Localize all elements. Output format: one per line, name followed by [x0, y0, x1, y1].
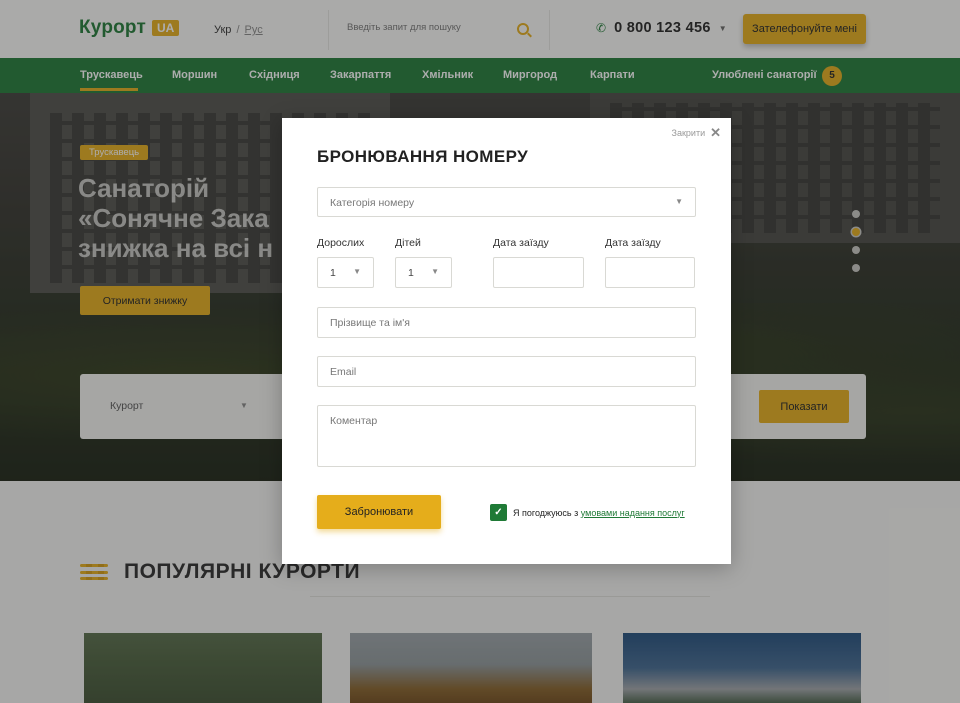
room-category-select[interactable]: Категорія номеру ▼: [317, 187, 696, 217]
terms-checkbox[interactable]: ✓: [490, 504, 507, 521]
adults-select[interactable]: 1 ▼: [317, 257, 374, 288]
checkout-date-input[interactable]: [605, 257, 695, 288]
close-button[interactable]: Закрити ✕: [672, 125, 721, 141]
children-label: Дітей: [395, 237, 421, 249]
email-placeholder: Email: [330, 366, 357, 378]
children-value: 1: [408, 267, 414, 279]
checkin-date-input[interactable]: [493, 257, 584, 288]
chevron-down-icon: ▼: [675, 197, 683, 206]
adults-value: 1: [330, 267, 336, 279]
agree-text: Я погоджуюсь з умовами надання послуг: [513, 508, 685, 518]
checkout-label: Дата заїзду: [605, 237, 661, 249]
name-input[interactable]: Прізвище та ім'я: [317, 307, 696, 338]
terms-link[interactable]: умовами надання послуг: [581, 508, 685, 518]
chevron-down-icon: ▼: [353, 267, 361, 276]
room-category-placeholder: Категорія номеру: [330, 197, 415, 209]
adults-label: Дорослих: [317, 237, 365, 249]
book-button[interactable]: Забронювати: [317, 495, 441, 529]
close-label: Закрити: [671, 128, 706, 138]
email-input[interactable]: Email: [317, 356, 696, 387]
checkin-label: Дата заїзду: [493, 237, 549, 249]
chevron-down-icon: ▼: [431, 267, 439, 276]
name-placeholder: Прізвище та ім'я: [330, 317, 410, 329]
comment-placeholder: Коментар: [330, 415, 378, 427]
modal-title: БРОНЮВАННЯ НОМЕРУ: [317, 147, 529, 166]
terms-agreement: ✓ Я погоджуюсь з умовами надання послуг: [490, 504, 685, 521]
comment-textarea[interactable]: Коментар: [317, 405, 696, 467]
agree-prefix: Я погоджуюсь з: [513, 507, 579, 518]
booking-modal: Закрити ✕ БРОНЮВАННЯ НОМЕРУ Категорія но…: [282, 118, 731, 564]
close-icon[interactable]: ✕: [710, 125, 721, 141]
children-select[interactable]: 1 ▼: [395, 257, 452, 288]
